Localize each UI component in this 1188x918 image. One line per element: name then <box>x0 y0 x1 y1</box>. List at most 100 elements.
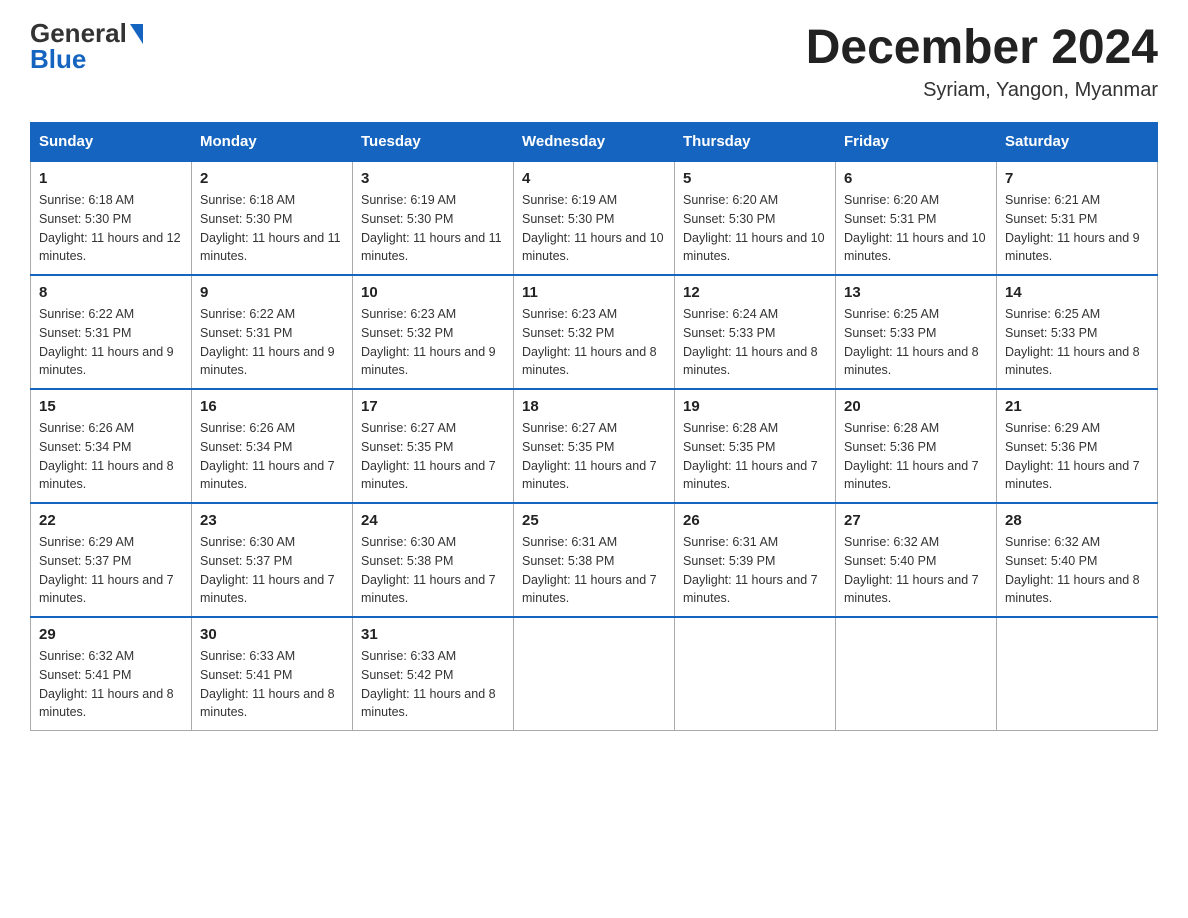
day-number: 21 <box>1005 398 1149 415</box>
calendar-cell: 4 Sunrise: 6:19 AMSunset: 5:30 PMDaylight… <box>514 161 675 275</box>
day-number: 5 <box>683 170 827 187</box>
calendar-cell: 23 Sunrise: 6:30 AMSunset: 5:37 PMDayligh… <box>192 503 353 617</box>
calendar-cell: 29 Sunrise: 6:32 AMSunset: 5:41 PMDayligh… <box>31 617 192 731</box>
calendar-cell <box>997 617 1158 731</box>
day-info: Sunrise: 6:32 AMSunset: 5:40 PMDaylight:… <box>844 533 988 608</box>
day-info: Sunrise: 6:29 AMSunset: 5:37 PMDaylight:… <box>39 533 183 608</box>
day-info: Sunrise: 6:30 AMSunset: 5:37 PMDaylight:… <box>200 533 344 608</box>
calendar-cell <box>675 617 836 731</box>
day-number: 2 <box>200 170 344 187</box>
day-number: 10 <box>361 284 505 301</box>
logo-general-text: General <box>30 20 143 46</box>
title-block: December 2024 Syriam, Yangon, Myanmar <box>806 20 1158 102</box>
day-number: 31 <box>361 626 505 643</box>
calendar-cell: 13Sunrise: 6:25 AMSunset: 5:33 PMDayligh… <box>836 275 997 389</box>
day-number: 18 <box>522 398 666 415</box>
day-info: Sunrise: 6:21 AMSunset: 5:31 PMDaylight:… <box>1005 191 1149 266</box>
day-info: Sunrise: 6:33 AMSunset: 5:41 PMDaylight:… <box>200 647 344 722</box>
calendar-cell: 17 Sunrise: 6:27 AMSunset: 5:35 PMDayligh… <box>353 389 514 503</box>
day-info: Sunrise: 6:24 AMSunset: 5:33 PMDaylight:… <box>683 305 827 380</box>
calendar-header: SundayMondayTuesdayWednesdayThursdayFrid… <box>31 123 1158 162</box>
col-header-thursday: Thursday <box>675 123 836 162</box>
day-info: Sunrise: 6:26 AMSunset: 5:34 PMDaylight:… <box>39 419 183 494</box>
col-header-friday: Friday <box>836 123 997 162</box>
day-info: Sunrise: 6:28 AMSunset: 5:35 PMDaylight:… <box>683 419 827 494</box>
calendar-cell: 12 Sunrise: 6:24 AMSunset: 5:33 PMDayligh… <box>675 275 836 389</box>
day-info: Sunrise: 6:28 AMSunset: 5:36 PMDaylight:… <box>844 419 988 494</box>
week-row-5: 29 Sunrise: 6:32 AMSunset: 5:41 PMDayligh… <box>31 617 1158 731</box>
month-title: December 2024 <box>806 20 1158 75</box>
day-info: Sunrise: 6:23 AMSunset: 5:32 PMDaylight:… <box>361 305 505 380</box>
day-number: 30 <box>200 626 344 643</box>
week-row-4: 22 Sunrise: 6:29 AMSunset: 5:37 PMDayligh… <box>31 503 1158 617</box>
day-number: 26 <box>683 512 827 529</box>
day-info: Sunrise: 6:23 AMSunset: 5:32 PMDaylight:… <box>522 305 666 380</box>
calendar-cell: 2 Sunrise: 6:18 AMSunset: 5:30 PMDaylight… <box>192 161 353 275</box>
calendar-cell: 14 Sunrise: 6:25 AMSunset: 5:33 PMDayligh… <box>997 275 1158 389</box>
day-info: Sunrise: 6:18 AMSunset: 5:30 PMDaylight:… <box>200 191 344 266</box>
day-info: Sunrise: 6:22 AMSunset: 5:31 PMDaylight:… <box>39 305 183 380</box>
day-number: 22 <box>39 512 183 529</box>
calendar-cell: 15 Sunrise: 6:26 AMSunset: 5:34 PMDayligh… <box>31 389 192 503</box>
day-info: Sunrise: 6:27 AMSunset: 5:35 PMDaylight:… <box>522 419 666 494</box>
day-info: Sunrise: 6:27 AMSunset: 5:35 PMDaylight:… <box>361 419 505 494</box>
day-number: 3 <box>361 170 505 187</box>
location: Syriam, Yangon, Myanmar <box>806 79 1158 102</box>
page-header: General Blue December 2024 Syriam, Yango… <box>30 20 1158 102</box>
day-info: Sunrise: 6:25 AMSunset: 5:33 PMDaylight:… <box>1005 305 1149 380</box>
day-info: Sunrise: 6:19 AMSunset: 5:30 PMDaylight:… <box>522 191 666 266</box>
calendar-cell <box>836 617 997 731</box>
calendar-cell: 21Sunrise: 6:29 AMSunset: 5:36 PMDayligh… <box>997 389 1158 503</box>
logo: General Blue <box>30 20 143 72</box>
day-number: 6 <box>844 170 988 187</box>
day-number: 9 <box>200 284 344 301</box>
calendar-cell: 18 Sunrise: 6:27 AMSunset: 5:35 PMDayligh… <box>514 389 675 503</box>
day-number: 25 <box>522 512 666 529</box>
calendar-table: SundayMondayTuesdayWednesdayThursdayFrid… <box>30 122 1158 731</box>
day-number: 28 <box>1005 512 1149 529</box>
day-number: 12 <box>683 284 827 301</box>
calendar-cell: 28 Sunrise: 6:32 AMSunset: 5:40 PMDayligh… <box>997 503 1158 617</box>
calendar-cell: 6 Sunrise: 6:20 AMSunset: 5:31 PMDaylight… <box>836 161 997 275</box>
col-header-wednesday: Wednesday <box>514 123 675 162</box>
day-number: 20 <box>844 398 988 415</box>
calendar-cell: 10 Sunrise: 6:23 AMSunset: 5:32 PMDayligh… <box>353 275 514 389</box>
calendar-cell: 25 Sunrise: 6:31 AMSunset: 5:38 PMDayligh… <box>514 503 675 617</box>
calendar-cell: 9 Sunrise: 6:22 AMSunset: 5:31 PMDaylight… <box>192 275 353 389</box>
day-info: Sunrise: 6:32 AMSunset: 5:40 PMDaylight:… <box>1005 533 1149 608</box>
day-number: 16 <box>200 398 344 415</box>
calendar-cell: 5 Sunrise: 6:20 AMSunset: 5:30 PMDaylight… <box>675 161 836 275</box>
calendar-cell: 31 Sunrise: 6:33 AMSunset: 5:42 PMDayligh… <box>353 617 514 731</box>
day-number: 11 <box>522 284 666 301</box>
calendar-cell: 11 Sunrise: 6:23 AMSunset: 5:32 PMDayligh… <box>514 275 675 389</box>
day-info: Sunrise: 6:26 AMSunset: 5:34 PMDaylight:… <box>200 419 344 494</box>
day-info: Sunrise: 6:19 AMSunset: 5:30 PMDaylight:… <box>361 191 505 266</box>
calendar-cell: 27 Sunrise: 6:32 AMSunset: 5:40 PMDayligh… <box>836 503 997 617</box>
day-number: 8 <box>39 284 183 301</box>
col-header-monday: Monday <box>192 123 353 162</box>
day-info: Sunrise: 6:20 AMSunset: 5:30 PMDaylight:… <box>683 191 827 266</box>
day-number: 17 <box>361 398 505 415</box>
day-number: 27 <box>844 512 988 529</box>
calendar-cell: 24Sunrise: 6:30 AMSunset: 5:38 PMDayligh… <box>353 503 514 617</box>
col-header-saturday: Saturday <box>997 123 1158 162</box>
day-number: 7 <box>1005 170 1149 187</box>
day-number: 23 <box>200 512 344 529</box>
logo-triangle-icon <box>130 24 143 44</box>
day-info: Sunrise: 6:33 AMSunset: 5:42 PMDaylight:… <box>361 647 505 722</box>
day-number: 24 <box>361 512 505 529</box>
logo-blue-text: Blue <box>30 46 143 72</box>
day-number: 4 <box>522 170 666 187</box>
calendar-cell: 8 Sunrise: 6:22 AMSunset: 5:31 PMDaylight… <box>31 275 192 389</box>
day-info: Sunrise: 6:32 AMSunset: 5:41 PMDaylight:… <box>39 647 183 722</box>
calendar-cell: 19Sunrise: 6:28 AMSunset: 5:35 PMDayligh… <box>675 389 836 503</box>
day-info: Sunrise: 6:31 AMSunset: 5:38 PMDaylight:… <box>522 533 666 608</box>
day-number: 13 <box>844 284 988 301</box>
day-info: Sunrise: 6:20 AMSunset: 5:31 PMDaylight:… <box>844 191 988 266</box>
day-info: Sunrise: 6:22 AMSunset: 5:31 PMDaylight:… <box>200 305 344 380</box>
day-number: 14 <box>1005 284 1149 301</box>
calendar-cell: 1Sunrise: 6:18 AMSunset: 5:30 PMDaylight… <box>31 161 192 275</box>
day-number: 15 <box>39 398 183 415</box>
calendar-cell: 22 Sunrise: 6:29 AMSunset: 5:37 PMDayligh… <box>31 503 192 617</box>
day-number: 29 <box>39 626 183 643</box>
